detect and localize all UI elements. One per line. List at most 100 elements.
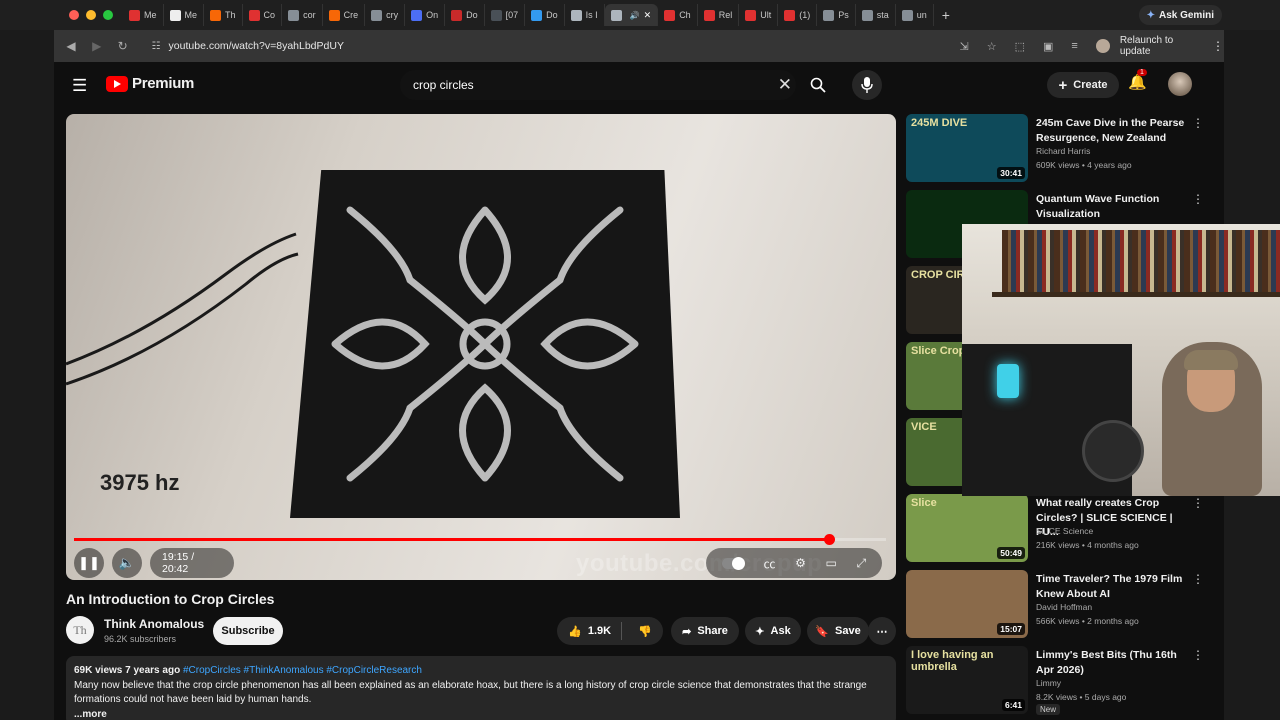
notification-count-badge: 1 <box>1137 69 1147 76</box>
subscribe-button[interactable]: Subscribe <box>213 617 283 645</box>
captions-icon[interactable]: ㏄ <box>763 555 775 572</box>
channel-name[interactable]: Think Anomalous <box>104 617 204 631</box>
profile-avatar-icon[interactable] <box>1095 39 1110 53</box>
clear-search-icon[interactable]: ✕ <box>778 75 792 95</box>
browser-toolbar: ◀ ▶ ↻ ☷ youtube.com/watch?v=8yahLbdPdUY … <box>54 30 1224 62</box>
video-thumbnail[interactable]: 15:07 <box>906 570 1028 638</box>
video-player[interactable]: 3975 hz youtube.com/cropup ❚❚ 🔈 19:15 / … <box>66 114 896 580</box>
description-box[interactable]: 69K views 7 years ago #CropCircles #Thin… <box>66 656 896 720</box>
settings-gear-icon[interactable]: ⚙ <box>795 556 806 570</box>
shelf-board <box>992 292 1280 297</box>
browser-tab[interactable]: 🔊 ✕ <box>604 4 659 26</box>
video-thumbnail[interactable]: Slice 50:49 <box>906 494 1028 562</box>
side-panel-icon[interactable]: ▣ <box>1043 40 1053 53</box>
video-options-icon[interactable]: ⋮ <box>1192 572 1204 586</box>
recommended-video[interactable]: 245M DIVE 30:41 245m Cave Dive in the Pear… <box>906 114 1216 184</box>
recommended-video-title[interactable]: Limmy's Best Bits (Thu 16th Apr 2026) <box>1036 648 1186 677</box>
close-window-button[interactable] <box>69 10 79 20</box>
share-button[interactable]: ➦ Share <box>671 617 739 645</box>
browser-tab[interactable]: [07 <box>485 4 526 26</box>
kebab-menu-icon[interactable]: ⋮ <box>1212 39 1224 53</box>
extensions-icon[interactable]: ⬚ <box>1015 40 1025 53</box>
video-thumbnail[interactable]: 245M DIVE 30:41 <box>906 114 1028 182</box>
hamburger-menu-icon[interactable]: ☰ <box>72 76 87 96</box>
maximize-window-button[interactable] <box>103 10 113 20</box>
close-tab-icon[interactable]: ✕ <box>644 10 652 21</box>
video-options-icon[interactable]: ⋮ <box>1192 648 1204 662</box>
ask-gemini-button[interactable]: ✦ Ask Gemini <box>1138 5 1222 25</box>
video-thumbnail[interactable]: I love having an umbrella 6:41 <box>906 646 1028 714</box>
audio-playing-icon[interactable]: 🔊 <box>630 11 640 20</box>
recommended-channel-name[interactable]: David Hoffman <box>1036 602 1092 612</box>
notifications-button[interactable]: 🔔 1 <box>1128 69 1147 91</box>
ask-button[interactable]: ✦ Ask <box>745 617 801 645</box>
video-options-icon[interactable]: ⋮ <box>1192 496 1204 510</box>
browser-tab[interactable]: un <box>896 4 934 26</box>
forward-arrow-icon[interactable]: ▶ <box>84 39 110 53</box>
more-actions-button[interactable]: ⋯ <box>868 617 896 645</box>
browser-tab[interactable]: Me <box>123 4 164 26</box>
browser-tab[interactable]: Is I <box>565 4 605 26</box>
recommended-video[interactable]: Slice 50:49 What really creates Crop Circl… <box>906 494 1216 564</box>
recommended-channel-name[interactable]: Limmy <box>1036 678 1061 688</box>
address-bar[interactable]: ☷ youtube.com/watch?v=8yahLbdPdUY <box>144 34 900 58</box>
browser-tab[interactable]: cor <box>282 4 323 26</box>
recommended-channel-name[interactable]: SLICE Science <box>1036 526 1093 536</box>
youtube-premium-logo[interactable]: Premium <box>106 75 194 92</box>
video-options-icon[interactable]: ⋮ <box>1192 192 1204 206</box>
miniplayer-icon[interactable]: ▭ <box>826 556 837 570</box>
like-button[interactable]: 👍 1.9K <box>558 622 623 640</box>
volume-button[interactable]: 🔈 <box>112 548 142 578</box>
install-icon[interactable]: ⇲ <box>960 40 969 53</box>
recommended-video-title[interactable]: 245m Cave Dive in the Pearse Resurgence,… <box>1036 116 1186 145</box>
browser-tab[interactable]: cry <box>365 4 406 26</box>
hashtags[interactable]: #CropCircles #ThinkAnomalous #CropCircle… <box>183 665 422 676</box>
reload-icon[interactable]: ↻ <box>110 39 136 53</box>
back-arrow-icon[interactable]: ◀ <box>58 39 84 53</box>
recommended-video[interactable]: 15:07 Time Traveler? The 1979 Film Knew A… <box>906 570 1216 640</box>
recommended-video-meta: 609K views • 4 years ago <box>1036 160 1132 170</box>
browser-tab[interactable]: Ult <box>739 4 779 26</box>
bookmark-star-icon[interactable]: ☆ <box>987 40 997 53</box>
new-tab-button[interactable]: + <box>934 7 950 23</box>
browser-tab[interactable]: sta <box>856 4 896 26</box>
browser-tab[interactable]: Do <box>445 4 485 26</box>
browser-tab[interactable]: (1) <box>778 4 818 26</box>
browser-tab[interactable]: On <box>405 4 446 26</box>
browser-tab[interactable]: Th <box>204 4 243 26</box>
browser-tab[interactable]: Me <box>164 4 205 26</box>
recommended-channel-name[interactable]: Richard Harris <box>1036 146 1090 156</box>
browser-tab[interactable]: Ch <box>658 4 698 26</box>
save-button[interactable]: 🔖 Save <box>807 617 869 645</box>
video-progress-bar[interactable] <box>74 534 886 545</box>
browser-tab[interactable]: Rel <box>698 4 740 26</box>
browser-tab[interactable]: Do <box>525 4 565 26</box>
webcam-overlay <box>962 224 1280 496</box>
video-options-icon[interactable]: ⋮ <box>1192 116 1204 130</box>
recommended-video-title[interactable]: Quantum Wave Function Visualization <box>1036 192 1186 221</box>
minimize-window-button[interactable] <box>86 10 96 20</box>
search-input[interactable]: crop circles ✕ <box>400 70 796 100</box>
autoplay-toggle[interactable] <box>721 556 745 570</box>
streamer-cap <box>1184 350 1238 370</box>
browser-tab[interactable]: Cre <box>323 4 366 26</box>
fullscreen-icon[interactable]: ⤢ <box>857 556 867 571</box>
search-button[interactable] <box>803 70 833 100</box>
recommended-video[interactable]: I love having an umbrella 6:41 Limmy's Bes… <box>906 646 1216 716</box>
reading-list-icon[interactable]: ≡ <box>1071 40 1077 52</box>
channel-avatar[interactable]: Th <box>66 616 94 644</box>
voice-search-button[interactable] <box>852 70 882 100</box>
dislike-button[interactable]: 👎 <box>628 625 662 638</box>
create-label: Create <box>1073 79 1108 91</box>
browser-tab[interactable]: Ps <box>817 4 856 26</box>
tab-favicon-icon <box>610 9 622 21</box>
create-button[interactable]: + Create <box>1047 72 1119 98</box>
thumbnail-text: I love having an umbrella <box>911 649 994 673</box>
site-info-icon[interactable]: ☷ <box>152 41 161 52</box>
pause-button[interactable]: ❚❚ <box>74 548 104 578</box>
show-more-link[interactable]: ...more <box>74 708 888 720</box>
recommended-video-title[interactable]: Time Traveler? The 1979 Film Knew About … <box>1036 572 1186 601</box>
relaunch-to-update-button[interactable]: Relaunch to update ⋮ <box>1120 35 1224 57</box>
browser-tab[interactable]: Co <box>243 4 283 26</box>
account-avatar[interactable] <box>1168 72 1192 96</box>
